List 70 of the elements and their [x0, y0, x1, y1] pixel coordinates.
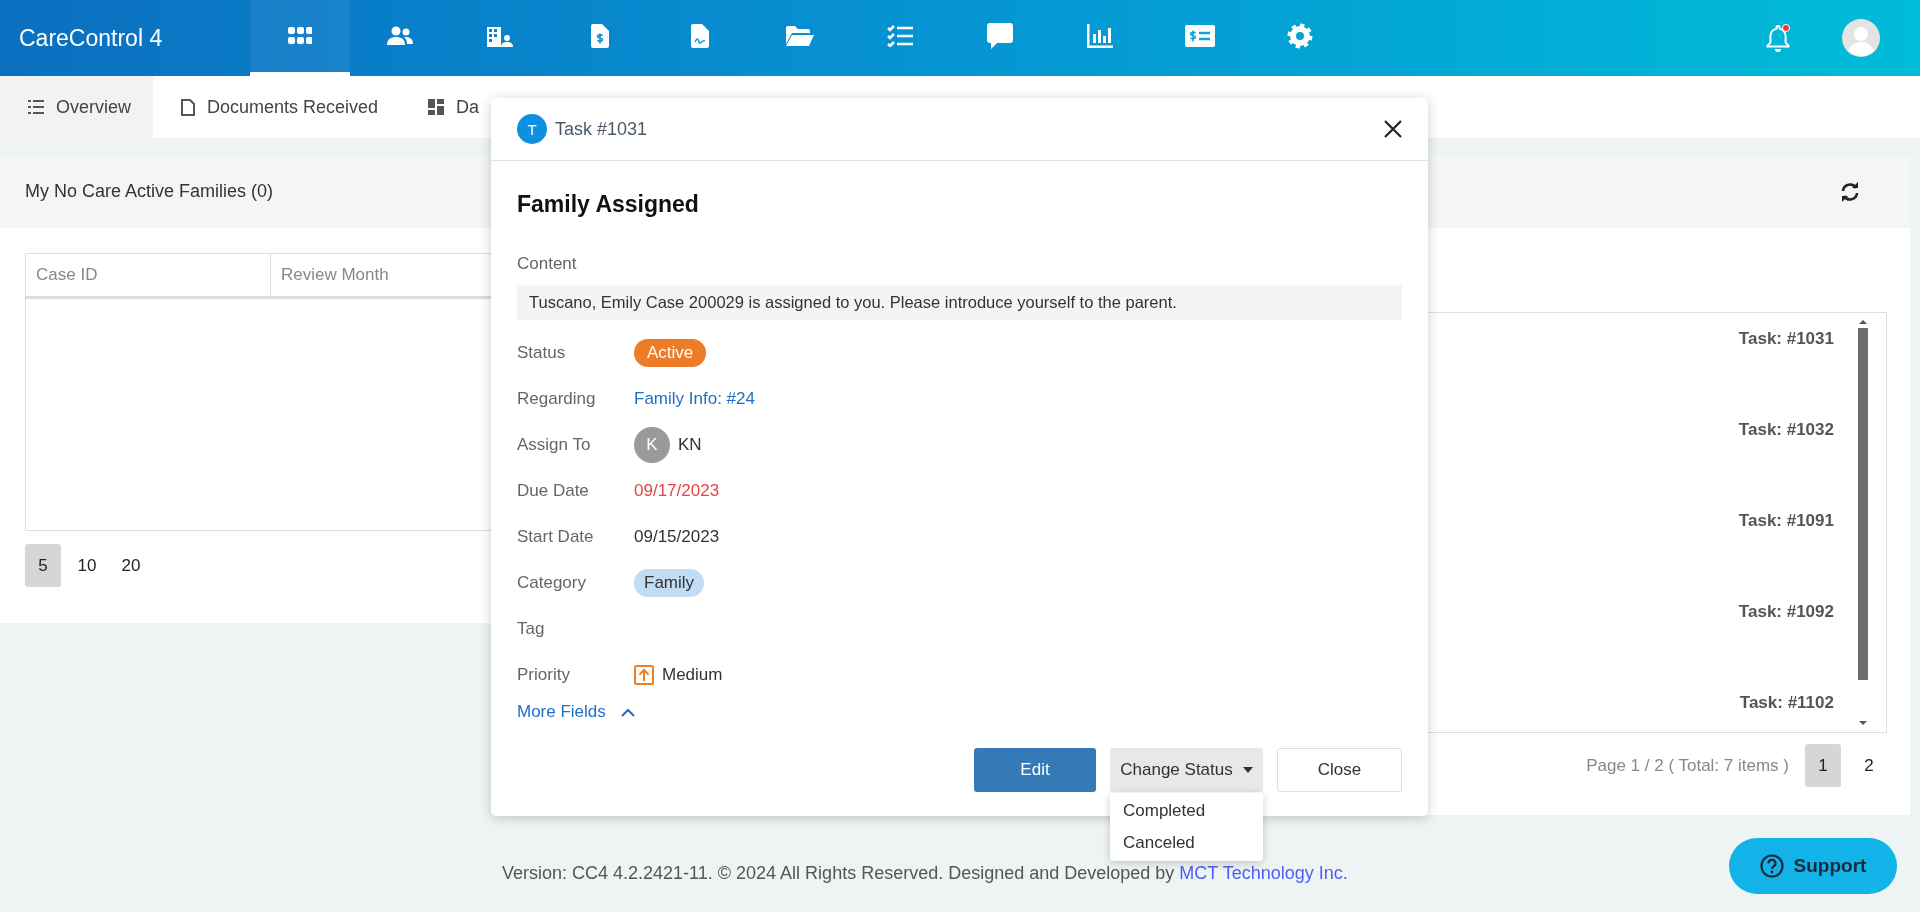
menu-item[interactable]: Canceled [1110, 827, 1263, 859]
more-fields-link[interactable]: More Fields [517, 702, 636, 722]
edit-button[interactable]: Edit [974, 748, 1096, 792]
page-size-button[interactable]: 10 [69, 544, 105, 587]
notification-bell-icon[interactable] [1766, 24, 1790, 52]
scroll-thumb[interactable] [1858, 328, 1868, 680]
task-item[interactable]: Task: #1102 [1739, 692, 1834, 713]
field-label: Content [517, 254, 578, 274]
field-label: Tag [517, 619, 546, 639]
list-icon [28, 100, 44, 114]
task-heading: Family Assigned [517, 191, 700, 218]
document-icon [181, 98, 195, 116]
nav-apps-button[interactable] [250, 0, 350, 76]
panel-title: My No Care Active Families (0) [25, 181, 274, 202]
app-title: CareControl 4 [19, 24, 164, 52]
people-icon [387, 26, 413, 46]
support-button[interactable]: Support [1729, 838, 1897, 894]
checklist-icon [887, 25, 913, 47]
close-icon[interactable] [1384, 120, 1402, 138]
page-button[interactable]: 1 [1805, 744, 1841, 787]
task-item[interactable]: Task: #1092 [1738, 601, 1834, 622]
field-value: KN [678, 435, 702, 455]
field-label: Assign To [517, 435, 592, 455]
money-card-icon [1185, 25, 1215, 47]
user-avatar: K [634, 427, 670, 463]
page-tab[interactable]: Overview [0, 76, 153, 138]
content-text: Tuscano, Emily Case 200029 is assigned to you. Please introduce yourself to the parent. [517, 285, 1402, 320]
bar-chart-icon [1087, 24, 1113, 48]
page-button[interactable]: 2 [1851, 744, 1887, 787]
close-button[interactable]: Close [1277, 748, 1402, 792]
pager-summary: Page 1 / 2 ( Total: 7 items ) [1586, 755, 1789, 776]
field-value: 09/15/2023 [634, 527, 720, 547]
dashboard-icon [428, 99, 445, 115]
regarding-link[interactable]: Family Info: #24 [634, 389, 755, 409]
chat-bubble-icon [987, 23, 1013, 49]
menu-item[interactable]: Completed [1110, 795, 1263, 827]
company-link[interactable]: MCT Technology Inc. [1179, 862, 1348, 883]
status-badge: Active [634, 339, 707, 367]
page-size-button[interactable]: 20 [113, 544, 149, 587]
task-item[interactable]: Task: #1031 [1738, 328, 1834, 349]
dollar-document-icon [591, 24, 609, 48]
settings-icon [1287, 23, 1313, 49]
task-item[interactable]: Task: #1032 [1738, 419, 1834, 440]
caret-icon [1242, 767, 1253, 773]
field-label: Priority [517, 665, 571, 685]
scroll-down-icon[interactable] [1859, 721, 1867, 725]
footer-text: Version: CC4 4.2.2421-11. © 2024 All Rights Reserved. Designed and Developed by MCT Technology Inc. [502, 862, 1348, 884]
field-label: Regarding [517, 389, 597, 409]
field-label: Category [517, 573, 587, 593]
page-size-button[interactable]: 5 [25, 544, 61, 587]
column-header: Case ID [26, 254, 271, 296]
dialog-title: Task #1031 [555, 118, 648, 140]
scroll-up-icon[interactable] [1859, 320, 1867, 324]
change-status-dropdown[interactable]: Change Status [1110, 748, 1263, 792]
field-label: Start Date [517, 527, 595, 547]
folder-icon [786, 26, 814, 46]
building-person-icon [487, 25, 513, 47]
category-tag: Family [634, 569, 705, 597]
help-icon [1759, 854, 1784, 878]
chevron-icon [619, 707, 636, 717]
user-avatar-icon[interactable] [1842, 19, 1880, 57]
field-label: Status [517, 343, 567, 363]
field-value: 09/17/2023 [634, 481, 720, 501]
task-avatar: T [517, 114, 547, 144]
field-value: Medium [662, 665, 723, 685]
refresh-icon[interactable] [1840, 181, 1860, 202]
field-label: Due Date [517, 481, 590, 501]
task-item[interactable]: Task: #1091 [1738, 510, 1834, 531]
signed-document-icon [691, 24, 709, 48]
apps-grid-icon [288, 27, 312, 45]
